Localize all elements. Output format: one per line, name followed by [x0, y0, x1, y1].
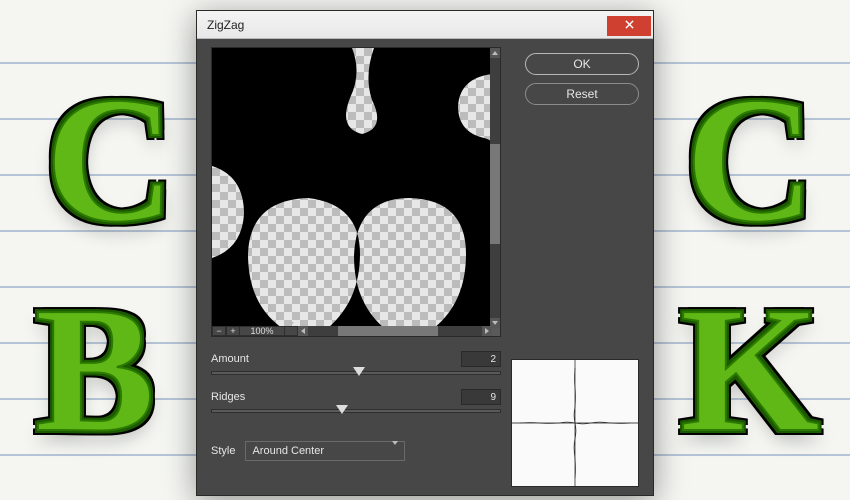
dialog-title: ZigZag [207, 18, 244, 32]
amount-slider-thumb[interactable] [353, 367, 365, 376]
ridges-label: Ridges [211, 391, 245, 403]
close-button[interactable] [607, 16, 651, 36]
filter-controls: Amount 2 Ridges 9 Style Arou [211, 351, 501, 461]
plus-icon: + [230, 326, 235, 336]
style-control: Style Around Center [211, 441, 501, 461]
amount-field[interactable]: 2 [461, 351, 501, 367]
scroll-right-icon[interactable] [482, 326, 492, 336]
titlebar[interactable]: ZigZag [197, 11, 653, 39]
reset-button[interactable]: Reset [525, 83, 639, 105]
preview-image[interactable] [212, 48, 492, 328]
ok-button[interactable]: OK [525, 53, 639, 75]
bg-letter-c-right: C [685, 70, 815, 250]
ridges-slider[interactable] [211, 409, 501, 413]
amount-control: Amount 2 [211, 351, 501, 375]
ridges-slider-thumb[interactable] [336, 405, 348, 414]
amount-label: Amount [211, 353, 249, 365]
bg-letter-b: B [35, 280, 155, 460]
minus-icon: − [216, 326, 221, 336]
bg-letter-c-left: C [45, 70, 175, 250]
scroll-up-icon[interactable] [490, 48, 500, 58]
zoom-in-button[interactable]: + [226, 326, 240, 336]
ridges-field[interactable]: 9 [461, 389, 501, 405]
close-icon [625, 20, 634, 32]
preview-hscrollbar[interactable] [298, 326, 492, 336]
chevron-down-icon [288, 326, 294, 336]
bg-letter-k: K [680, 280, 820, 460]
scroll-left-icon[interactable] [298, 326, 308, 336]
zigzag-dialog: ZigZag − + 100% [196, 10, 654, 496]
style-selected-value: Around Center [252, 445, 324, 457]
ridges-control: Ridges 9 [211, 389, 501, 413]
hscroll-thumb[interactable] [338, 326, 438, 336]
zoom-value[interactable]: 100% [240, 326, 284, 336]
preview-vscrollbar[interactable] [490, 48, 500, 328]
zoom-out-button[interactable]: − [212, 326, 226, 336]
dialog-buttons: OK Reset [525, 53, 639, 105]
preview-panel: − + 100% [211, 47, 501, 337]
chevron-down-icon [392, 445, 398, 457]
style-label: Style [211, 445, 235, 457]
amount-slider[interactable] [211, 371, 501, 375]
effect-wireframe [511, 359, 639, 487]
vscroll-thumb[interactable] [490, 144, 500, 244]
zoom-controls: − + 100% [212, 326, 298, 336]
zoom-dropdown[interactable] [284, 326, 298, 336]
style-select[interactable]: Around Center [245, 441, 405, 461]
